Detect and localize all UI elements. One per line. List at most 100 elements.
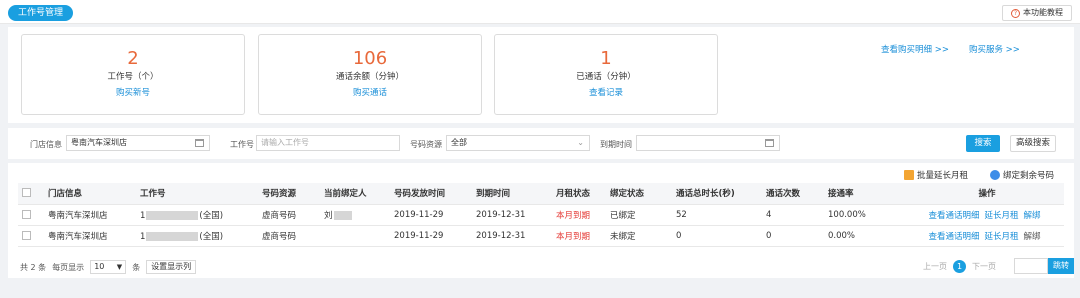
number-suffix: (全国) [199,231,224,242]
cell-count: 0 [762,225,824,247]
cell-operations: 查看通话明细 延长月租 解绑 [910,225,1064,247]
next-page-button[interactable]: 下一页 [972,261,996,272]
tutorial-button[interactable]: ? 本功能教程 [1002,5,1072,21]
header-rate: 接通率 [824,183,910,205]
view-call-detail-link[interactable]: 查看通话明细 [928,232,979,242]
source-label: 号码资源 [410,140,442,149]
help-icon: ? [1011,8,1020,18]
table-row: 粤南汽车深圳店 1 (全国) 虚商号码 刘 2019-11-29 2019-12-… [18,204,1064,226]
header-binder: 当前绑定人 [320,183,390,205]
cell-source: 虚商号码 [258,204,320,226]
per-page-label: 每页显示 [52,262,85,272]
view-call-detail-link[interactable]: 查看通话明细 [928,211,979,221]
work-number-table: 门店信息 工作号 号码资源 当前绑定人 号码发放时间 到期时间 月租状态 绑定状… [18,183,1064,247]
source-select[interactable]: 全部 ⌄ [446,135,590,151]
buy-call-link[interactable]: 购买通话 [259,86,481,98]
header-rent-status: 月租状态 [552,183,606,205]
masked-number [146,210,199,220]
cell-work-number: 1 (全国) [136,204,258,226]
cell-count: 4 [762,204,824,226]
buy-service-link[interactable]: 购买服务 >> [969,43,1020,55]
cell-work-number: 1 (全国) [136,225,258,247]
cell-issue-time: 2019-11-29 [390,225,472,247]
stat-value: 1 [600,48,612,69]
header-operations: 操作 [910,183,1064,205]
stat-card-work-numbers: 2 工作号（个） 购买新号 [21,34,245,115]
header-issue-time: 号码发放时间 [390,183,472,205]
header-checkbox[interactable] [18,183,44,205]
top-bar: 工作号管理 ? 本功能教程 [0,0,1080,24]
cell-store: 粤南汽车深圳店 [44,204,136,226]
bind-remaining-button[interactable]: 绑定剩余号码 [989,169,1054,181]
cell-binder [320,225,390,247]
prev-page-button[interactable]: 上一页 [923,261,947,272]
pager-left: 共 2 条 每页显示 10 ▼ 条 设置显示列 [20,260,197,274]
stats-panel: 2 工作号（个） 购买新号 106 通话余额（分钟） 购买通话 1 已通话（分钟… [8,27,1074,123]
current-page[interactable]: 1 [953,259,966,273]
cell-rate: 0.00% [824,225,910,247]
number-prefix: 1 [140,231,146,242]
cell-rent-status: 本月到期 [552,225,606,247]
unbind-link[interactable]: 解绑 [1024,211,1041,221]
page-size-select[interactable]: 10 ▼ [90,260,127,274]
tab-work-number[interactable]: 工作号管理 [8,5,74,21]
batch-extend-button[interactable]: 批量延长月租 [903,169,968,181]
stat-card-called: 1 已通话（分钟） 查看记录 [494,34,718,115]
extend-rent-link[interactable]: 延长月租 [984,211,1018,221]
cell-store: 粤南汽车深圳店 [44,225,136,247]
cell-bind-status: 已绑定 [606,204,672,226]
source-value: 全部 [451,138,467,147]
unbind-link[interactable]: 解绑 [1024,232,1041,242]
table-row: 粤南汽车深圳店 1 (全国) 虚商号码 2019-11-29 2019-12-31… [18,225,1064,247]
top-links: 查看购买明细 >> 购买服务 >> [881,43,1020,55]
row-checkbox-cell [18,204,44,226]
per-page-unit: 条 [132,262,141,272]
number-prefix: 1 [140,210,146,221]
stat-value: 106 [352,48,388,69]
cell-rent-status: 本月到期 [552,204,606,226]
binder-name: 刘 [324,210,333,221]
masked-name [333,210,352,220]
house-icon [903,170,914,180]
header-expire-time: 到期时间 [472,183,552,205]
stat-card-call-balance: 106 通话余额（分钟） 购买通话 [258,34,482,115]
calendar-icon [765,139,774,147]
store-value: 粤南汽车深圳店 [71,138,127,147]
checkbox[interactable] [22,188,31,198]
buy-new-number-link[interactable]: 购买新号 [22,86,244,98]
table-actions: 批量延长月租 绑定剩余号码 [903,169,1054,181]
total-count: 共 2 条 [20,262,47,272]
expire-date-input[interactable] [636,135,780,151]
jump-page-input[interactable] [1014,258,1048,274]
cell-rate: 100.00% [824,204,910,226]
pager-right: 上一页 1 下一页 跳转 [923,258,1074,274]
purchase-detail-link[interactable]: 查看购买明细 >> [881,43,949,55]
search-button[interactable]: 搜索 [966,135,1000,152]
cell-binder: 刘 [320,204,390,226]
stat-label: 通话余额（分钟） [335,72,404,82]
view-records-link[interactable]: 查看记录 [495,86,717,98]
batch-extend-label: 批量延长月租 [916,171,968,181]
tutorial-label: 本功能教程 [1023,8,1063,17]
cell-issue-time: 2019-11-29 [390,204,472,226]
cell-expire-time: 2019-12-31 [472,204,552,226]
header-bind-status: 绑定状态 [606,183,672,205]
jump-button[interactable]: 跳转 [1048,258,1074,274]
number-suffix: (全国) [199,210,224,221]
checkbox[interactable] [22,209,31,219]
header-count: 通话次数 [762,183,824,205]
table-header-row: 门店信息 工作号 号码资源 当前绑定人 号码发放时间 到期时间 月租状态 绑定状… [18,183,1064,205]
column-settings-button[interactable]: 设置显示列 [146,260,197,274]
bind-remaining-label: 绑定剩余号码 [1002,171,1054,181]
link-icon [989,170,1000,180]
extend-rent-link[interactable]: 延长月租 [984,232,1018,242]
header-store: 门店信息 [44,183,136,205]
checkbox[interactable] [22,230,31,240]
store-field[interactable]: 粤南汽车深圳店 [66,135,210,151]
masked-number [146,231,199,241]
store-label: 门店信息 [30,140,62,149]
cell-source: 虚商号码 [258,225,320,247]
advanced-search-button[interactable]: 高级搜索 [1010,135,1056,152]
filter-panel: 门店信息 粤南汽车深圳店 工作号 请输入工作号 号码资源 全部 ⌄ 到期时间 搜… [8,128,1074,159]
work-number-input[interactable]: 请输入工作号 [256,135,400,151]
